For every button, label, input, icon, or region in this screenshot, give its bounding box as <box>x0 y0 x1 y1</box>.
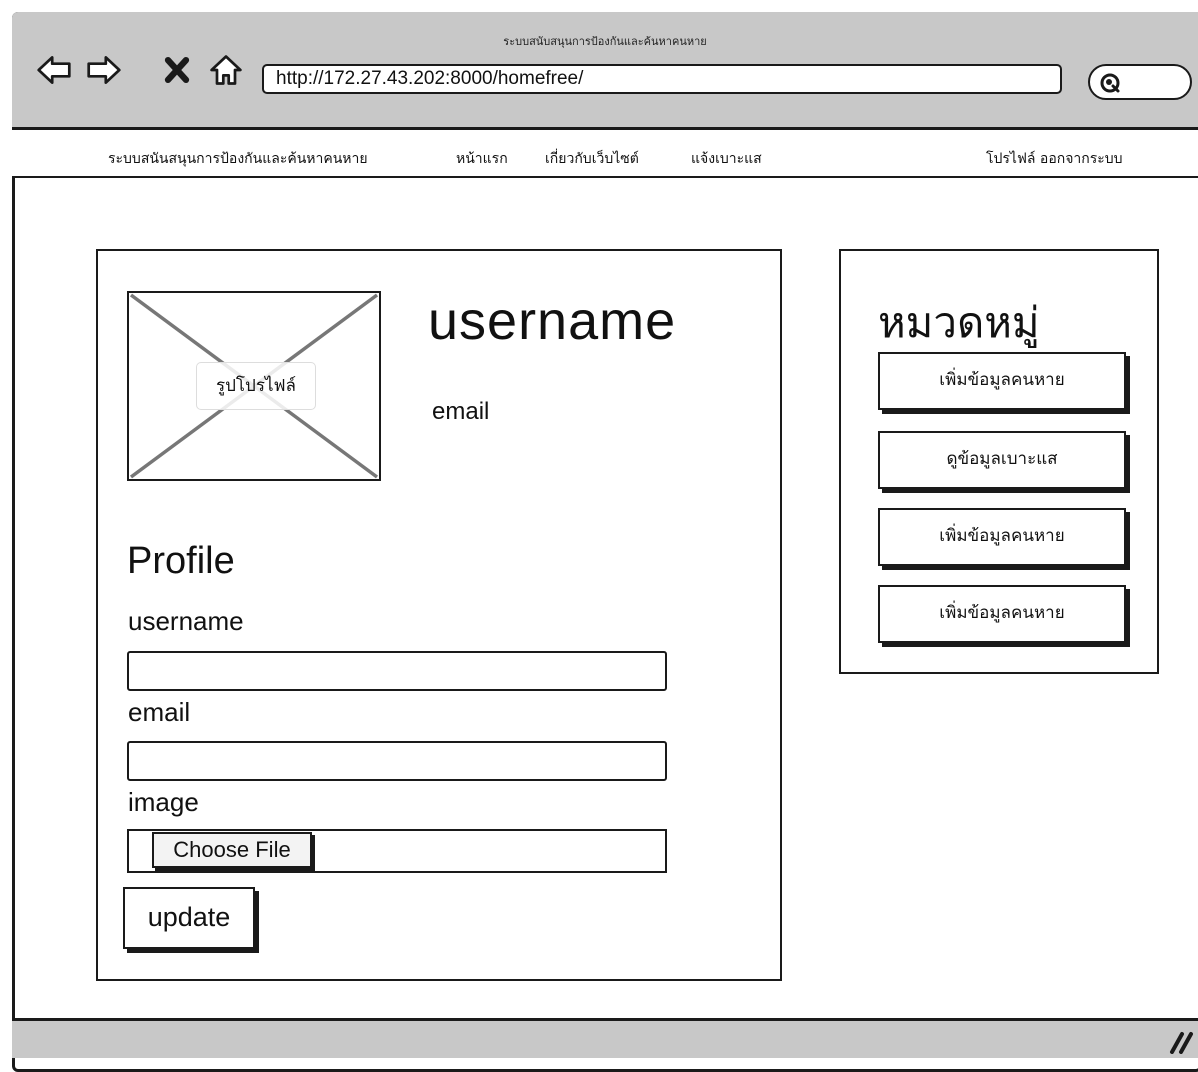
image-label: image <box>128 787 199 817</box>
nav-about[interactable]: เกี่ยวกับเว็บไซต์ <box>545 148 639 170</box>
username-label: username <box>128 606 244 636</box>
nav-home[interactable]: หน้าแรก <box>456 148 508 170</box>
browser-statusbar <box>12 1018 1198 1058</box>
nav-brand[interactable]: ระบบสนันสนุนการป้องกันและค้นหาคนหาย <box>108 148 368 170</box>
resize-handle-icon[interactable] <box>1168 1030 1194 1054</box>
email-label: email <box>128 697 191 727</box>
email-input[interactable] <box>127 741 667 781</box>
update-button[interactable]: update <box>123 887 255 949</box>
profile-username: username <box>428 291 677 351</box>
username-input[interactable] <box>127 651 667 691</box>
back-arrow-icon[interactable] <box>36 52 72 88</box>
address-bar[interactable]: http://172.27.43.202:8000/homefree/ <box>262 64 1062 94</box>
top-navigation: ระบบสนันสนุนการป้องกันและค้นหาคนหาย หน้า… <box>12 130 1198 178</box>
category-add-missing-button[interactable]: เพิ่มข้อมูลคนหาย <box>878 352 1126 410</box>
category-title: หมวดหมู่ <box>878 298 1040 347</box>
category-add-missing-button-2[interactable]: เพิ่มข้อมูลคนหาย <box>878 508 1126 566</box>
stop-icon[interactable] <box>162 52 192 88</box>
category-view-clues-button[interactable]: ดูข้อมูลเบาะแส <box>878 431 1126 489</box>
profile-email: email <box>432 398 490 425</box>
choose-file-button[interactable]: Choose File <box>152 832 312 868</box>
category-add-missing-button-3[interactable]: เพิ่มข้อมูลคนหาย <box>878 585 1126 643</box>
home-icon[interactable] <box>208 52 244 88</box>
nav-report[interactable]: แจ้งเบาะแส <box>691 148 762 170</box>
forward-arrow-icon[interactable] <box>86 52 122 88</box>
nav-profile-logout[interactable]: โปรไฟล์ ออกจากระบบ <box>986 148 1123 170</box>
form-title: Profile <box>127 540 235 582</box>
browser-search-box[interactable] <box>1088 64 1192 100</box>
search-icon <box>1100 73 1120 93</box>
window-title: ระบบสนับสนุนการป้องกันและค้นหาคนหาย <box>503 35 707 48</box>
profile-image-label: รูปโปรไฟล์ <box>196 362 316 410</box>
